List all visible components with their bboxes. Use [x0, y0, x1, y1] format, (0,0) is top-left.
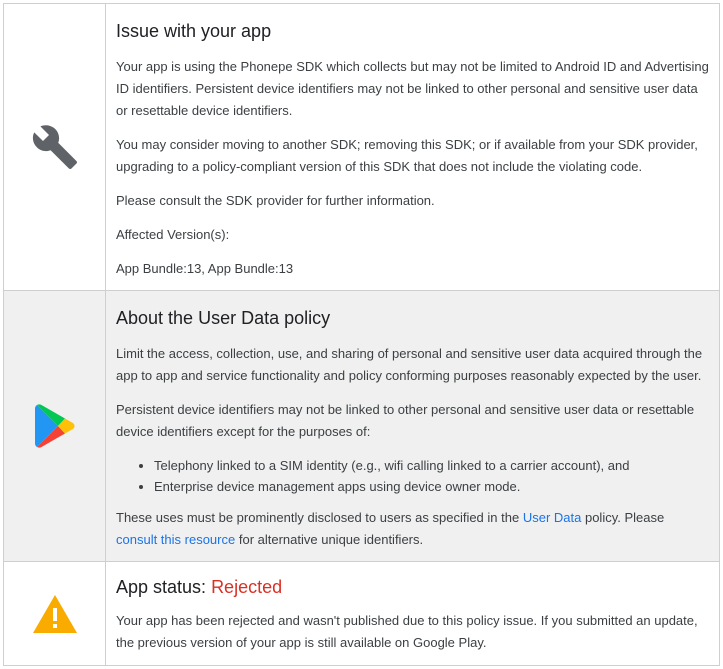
- issue-section: Issue with your app Your app is using th…: [4, 4, 719, 290]
- status-section: App status: Rejected Your app has been r…: [4, 561, 719, 665]
- affected-versions-label: Affected Version(s):: [116, 227, 230, 242]
- wrench-icon: [32, 125, 77, 169]
- policy-identifiers-note: Persistent device identifiers may not be…: [116, 402, 695, 439]
- issue-title: Issue with your app: [116, 21, 272, 41]
- policy-title: About the User Data policy: [116, 308, 331, 328]
- issue-recommendation: You may consider moving to another SDK; …: [116, 137, 698, 174]
- policy-exceptions-list: Telephony linked to a SIM identity (e.g.…: [116, 455, 709, 497]
- policy-disclosure-note: These uses must be prominently disclosed…: [116, 507, 709, 551]
- policy-issue-panel: Issue with your app Your app is using th…: [3, 3, 720, 666]
- list-item: Telephony linked to a SIM identity (e.g.…: [154, 455, 709, 476]
- issue-description: Your app is using the Phonepe SDK which …: [116, 59, 709, 118]
- disclosure-text-middle: policy. Please: [581, 510, 665, 525]
- policy-content: About the User Data policy Limit the acc…: [106, 291, 719, 561]
- policy-description: Limit the access, collection, use, and s…: [116, 346, 703, 383]
- consult-resource-link[interactable]: consult this resource: [116, 532, 235, 547]
- affected-versions-value: App Bundle:13, App Bundle:13: [116, 261, 294, 276]
- disclosure-text-before: These uses must be prominently disclosed…: [116, 510, 523, 525]
- list-item: Enterprise device management apps using …: [154, 476, 709, 497]
- status-icon-cell: [4, 562, 106, 665]
- issue-content: Issue with your app Your app is using th…: [106, 4, 719, 290]
- warning-icon: [32, 594, 77, 633]
- google-play-icon: [34, 404, 75, 448]
- status-description: Your app has been rejected and wasn't pu…: [116, 613, 698, 650]
- disclosure-text-after: for alternative unique identifiers.: [235, 532, 424, 547]
- issue-icon-cell: [4, 4, 106, 290]
- status-badge: Rejected: [211, 577, 283, 597]
- policy-icon-cell: [4, 291, 106, 561]
- status-content: App status: Rejected Your app has been r…: [106, 562, 719, 665]
- issue-consult-note: Please consult the SDK provider for furt…: [116, 193, 435, 208]
- user-data-link[interactable]: User Data: [523, 510, 582, 525]
- app-status-label: App status:: [116, 577, 212, 597]
- policy-section: About the User Data policy Limit the acc…: [4, 290, 719, 561]
- app-status-heading: App status: Rejected: [116, 576, 709, 598]
